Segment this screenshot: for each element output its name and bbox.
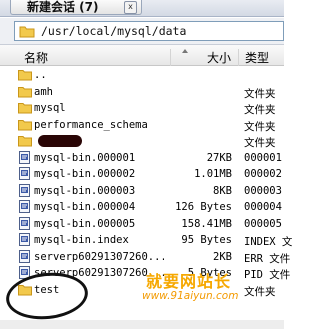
folder-icon <box>18 86 32 97</box>
file-row[interactable]: serverp60291307260... 2KB ERR 文件 <box>0 249 290 266</box>
column-size[interactable]: 大小 <box>170 49 231 66</box>
file-type: 000003 <box>244 184 282 197</box>
file-type: 文件夹 <box>244 137 276 149</box>
status-strip <box>0 320 284 329</box>
file-size: 2KB <box>213 250 232 263</box>
watermark-url: www.91aiyun.com <box>142 290 239 302</box>
session-tab[interactable]: 新建会话 (7) x <box>10 0 142 15</box>
file-row[interactable]: mysql-bin.000004 126 Bytes 000004 <box>0 199 284 216</box>
file-size: 1.01MB <box>194 168 232 180</box>
file-row[interactable]: mysql 文件夹 <box>0 100 284 117</box>
file-icon <box>19 183 30 197</box>
file-type: 文件夹 <box>244 285 276 298</box>
file-row[interactable]: mysql-bin.index 95 Bytes INDEX 文 <box>0 232 292 249</box>
folder-icon <box>18 103 32 114</box>
file-icon <box>19 216 30 230</box>
file-type: INDEX 文 <box>244 236 293 248</box>
title-bar: 新建会话 (7) x <box>0 0 284 17</box>
file-name: mysql <box>34 102 66 114</box>
column-name[interactable]: 名称 <box>24 49 48 66</box>
close-icon[interactable]: x <box>124 1 137 14</box>
file-type: 文件夹 <box>244 120 276 133</box>
file-type: 文件夹 <box>244 87 276 100</box>
file-row[interactable]: amh 文件夹 <box>0 84 284 101</box>
file-icon <box>19 200 30 213</box>
file-type: 000004 <box>244 201 282 213</box>
session-tab-label: 新建会话 (7) <box>27 0 99 14</box>
path-bar: /usr/local/mysql/data <box>0 18 284 45</box>
path-text: /usr/local/mysql/data <box>41 24 187 38</box>
file-name: .. <box>34 69 47 81</box>
file-size: 158.41MB <box>181 217 232 230</box>
file-size: 95 Bytes <box>181 234 232 246</box>
file-row[interactable]: mysql-bin.000001 27KB 000001 <box>0 150 284 167</box>
file-type: 文件夹 <box>244 104 276 116</box>
file-icon <box>19 249 30 263</box>
folder-icon <box>19 26 35 38</box>
file-type: ERR 文件 <box>244 252 291 265</box>
file-size: 8KB <box>213 184 232 197</box>
path-input[interactable]: /usr/local/mysql/data <box>14 21 284 41</box>
file-name: mysql-bin.000003 <box>34 184 136 197</box>
file-name: performance_schema <box>34 118 148 131</box>
file-type: 000005 <box>244 217 282 230</box>
file-name: amh <box>34 85 53 98</box>
file-name: mysql-bin.000002 <box>34 168 136 180</box>
folder-icon <box>18 119 32 130</box>
file-type: 000001 <box>244 151 282 164</box>
column-header: 名称 大小 类型 <box>0 45 284 66</box>
file-row[interactable]: .. <box>0 67 284 84</box>
file-icon <box>19 150 30 164</box>
file-name: mysql-bin.index <box>34 234 129 246</box>
file-name: mysql-bin.000001 <box>34 151 136 164</box>
column-type[interactable]: 类型 <box>238 49 269 66</box>
file-row[interactable]: mysql-bin.000003 8KB 000003 <box>0 183 284 200</box>
file-type: PID 文件 <box>244 269 291 281</box>
file-icon <box>19 167 30 180</box>
file-size: 126 Bytes <box>175 201 232 213</box>
file-size: 27KB <box>206 151 232 164</box>
file-type: 000002 <box>244 168 282 180</box>
file-name: serverp60291307260... <box>34 250 164 263</box>
file-name: mysql-bin.000005 <box>34 217 136 230</box>
folder-icon <box>18 136 32 147</box>
file-icon <box>19 233 30 246</box>
file-name: mysql-bin.000004 <box>34 201 136 213</box>
folder-icon <box>18 70 32 81</box>
file-row[interactable]: mysql-bin.000005 158.41MB 000005 <box>0 216 284 233</box>
file-row[interactable]: performance_schema 文件夹 <box>0 117 284 134</box>
file-row[interactable]: mysql-bin.000002 1.01MB 000002 <box>0 166 284 183</box>
redaction-mark <box>38 135 82 147</box>
watermark-text: 就要网站长 <box>146 272 232 291</box>
